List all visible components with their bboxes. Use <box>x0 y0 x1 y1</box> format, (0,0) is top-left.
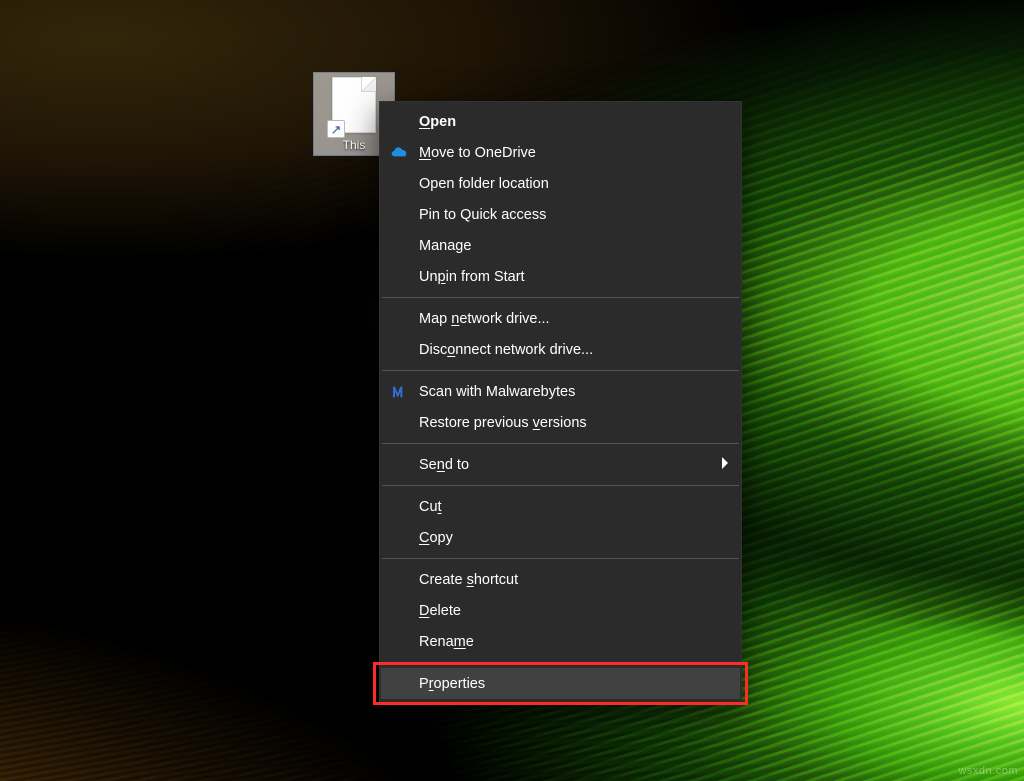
menu-item-label: Disconnect network drive... <box>419 342 593 358</box>
menu-separator <box>382 485 739 486</box>
menu-item-rename[interactable]: Rename <box>381 626 740 657</box>
menu-item-label: Open folder location <box>419 176 549 192</box>
menu-item-delete[interactable]: Delete <box>381 595 740 626</box>
menu-item-scan-with-malwarebytes[interactable]: Scan with Malwarebytes <box>381 376 740 407</box>
menu-item-label: Manage <box>419 238 471 254</box>
menu-item-send-to[interactable]: Send to <box>381 449 740 480</box>
menu-item-create-shortcut[interactable]: Create shortcut <box>381 564 740 595</box>
menu-item-label: Unpin from Start <box>419 269 525 285</box>
menu-item-cut[interactable]: Cut <box>381 491 740 522</box>
malwarebytes-icon <box>389 382 409 402</box>
menu-item-restore-previous-versions[interactable]: Restore previous versions <box>381 407 740 438</box>
menu-item-label: Open <box>419 114 456 130</box>
menu-item-label: Cut <box>419 499 442 515</box>
menu-separator <box>382 297 739 298</box>
menu-item-label: Delete <box>419 603 461 619</box>
menu-item-label: Rename <box>419 634 474 650</box>
watermark: wsxdn.com <box>958 765 1018 777</box>
menu-separator <box>382 443 739 444</box>
menu-item-pin-to-quick-access[interactable]: Pin to Quick access <box>381 199 740 230</box>
menu-item-move-to-onedrive[interactable]: Move to OneDrive <box>381 137 740 168</box>
menu-item-label: Copy <box>419 530 453 546</box>
menu-item-copy[interactable]: Copy <box>381 522 740 553</box>
menu-item-properties[interactable]: Properties <box>381 668 740 699</box>
menu-separator <box>382 662 739 663</box>
context-menu: Open Move to OneDrive Open folder location… <box>379 101 742 704</box>
menu-item-label: Move to OneDrive <box>419 145 536 161</box>
menu-item-label: Properties <box>419 676 485 692</box>
file-icon: ↗ <box>332 77 376 133</box>
menu-item-disconnect-network-drive[interactable]: Disconnect network drive... <box>381 334 740 365</box>
menu-item-label: Send to <box>419 457 469 473</box>
menu-item-unpin-from-start[interactable]: Unpin from Start <box>381 261 740 292</box>
menu-item-open-folder-location[interactable]: Open folder location <box>381 168 740 199</box>
menu-item-label: Scan with Malwarebytes <box>419 384 575 400</box>
menu-item-label: Restore previous versions <box>419 415 587 431</box>
menu-item-label: Create shortcut <box>419 572 518 588</box>
menu-item-map-network-drive[interactable]: Map network drive... <box>381 303 740 334</box>
onedrive-icon <box>389 143 409 163</box>
submenu-arrow-icon <box>720 456 730 474</box>
menu-item-manage[interactable]: Manage <box>381 230 740 261</box>
menu-item-open[interactable]: Open <box>381 106 740 137</box>
shortcut-overlay-icon: ↗ <box>327 120 345 138</box>
desktop-icon-label: This <box>343 138 366 152</box>
menu-item-label: Pin to Quick access <box>419 207 546 223</box>
menu-separator <box>382 370 739 371</box>
menu-item-label: Map network drive... <box>419 311 550 327</box>
menu-separator <box>382 558 739 559</box>
